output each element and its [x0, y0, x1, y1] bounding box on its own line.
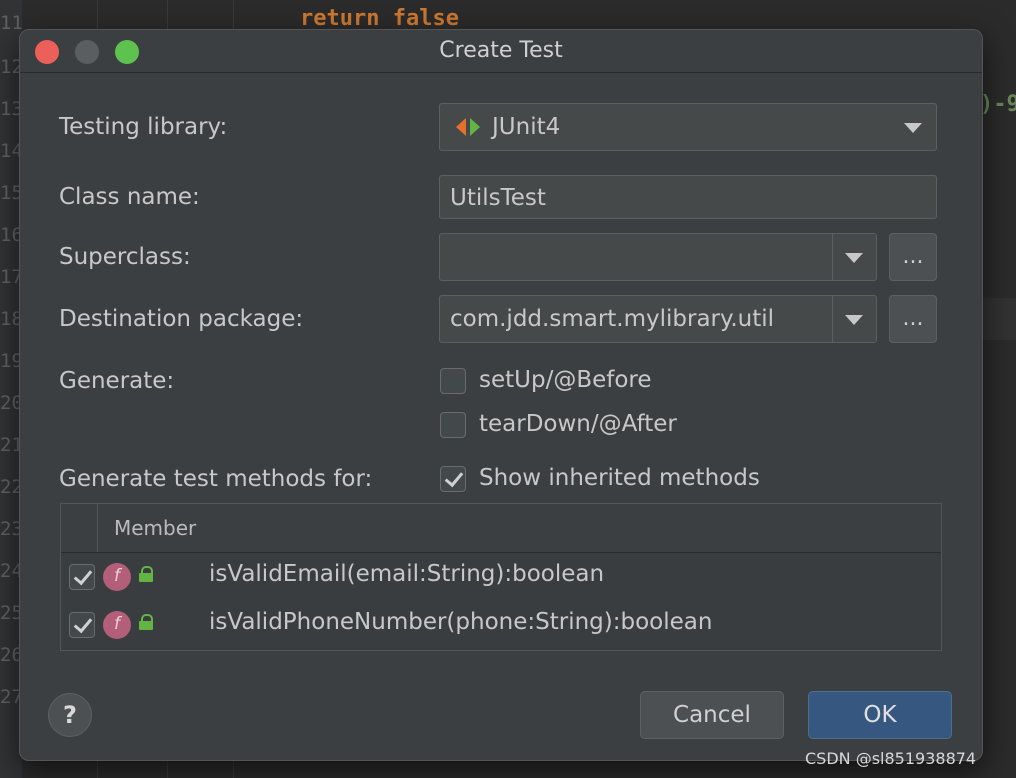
setup-before-label: setUp/@Before: [479, 367, 652, 393]
ok-button[interactable]: OK: [808, 691, 952, 739]
member-checkbox[interactable]: [69, 612, 95, 638]
method-icon: f: [103, 611, 131, 639]
code-line: return false: [300, 6, 459, 31]
junit-icon: [456, 118, 482, 136]
superclass-combobox[interactable]: [439, 233, 877, 281]
dropdown-separator: [832, 234, 833, 280]
chevron-down-icon[interactable]: [845, 315, 863, 325]
dialog-title: Create Test: [439, 38, 563, 63]
superclass-label: Superclass:: [59, 244, 191, 270]
chevron-down-icon[interactable]: [845, 253, 863, 263]
generate-label: Generate:: [59, 368, 175, 394]
testing-library-label: Testing library:: [59, 114, 228, 140]
chevron-down-icon: [904, 123, 922, 133]
table-body: f isValidEmail(email:String):boolean f i…: [61, 553, 941, 650]
destination-package-browse-button[interactable]: ...: [889, 295, 937, 343]
title-bar[interactable]: Create Test: [20, 30, 982, 73]
destination-package-combobox[interactable]: com.jdd.smart.mylibrary.util: [439, 295, 877, 343]
class-name-label: Class name:: [59, 184, 200, 210]
members-table: Member f isValidEmail(email:String):bool…: [60, 503, 942, 651]
code-fragment: )-9: [980, 92, 1016, 117]
member-column-header[interactable]: Member: [114, 516, 196, 540]
dropdown-separator: [832, 296, 833, 342]
setup-before-checkbox[interactable]: [440, 368, 466, 394]
create-test-dialog: Create Test Testing library: JUnit4 Clas…: [19, 29, 983, 761]
method-icon: f: [103, 563, 131, 591]
superclass-browse-button[interactable]: ...: [889, 233, 937, 281]
teardown-after-checkbox[interactable]: [440, 412, 466, 438]
unlock-icon: [139, 566, 153, 582]
cancel-button[interactable]: Cancel: [640, 691, 784, 739]
class-name-input[interactable]: UtilsTest: [439, 175, 937, 219]
testing-library-value: JUnit4: [492, 114, 561, 140]
class-name-value: UtilsTest: [450, 185, 546, 211]
destination-package-value: com.jdd.smart.mylibrary.util: [450, 306, 775, 332]
testing-library-dropdown[interactable]: JUnit4: [439, 103, 937, 151]
destination-package-label: Destination package:: [59, 306, 304, 332]
member-signature: isValidPhoneNumber(phone:String):boolean: [209, 609, 713, 635]
unlock-icon: [139, 614, 153, 630]
show-inherited-checkbox[interactable]: [440, 466, 466, 492]
table-row[interactable]: f isValidEmail(email:String):boolean: [61, 553, 941, 601]
teardown-after-label: tearDown/@After: [479, 411, 677, 437]
table-row[interactable]: f isValidPhoneNumber(phone:String):boole…: [61, 601, 941, 649]
generate-methods-label: Generate test methods for:: [59, 466, 373, 492]
show-inherited-label: Show inherited methods: [479, 465, 760, 491]
help-button[interactable]: ?: [48, 693, 92, 737]
member-signature: isValidEmail(email:String):boolean: [209, 561, 605, 587]
column-separator: [97, 504, 98, 552]
line-number: 11: [0, 12, 23, 34]
member-checkbox[interactable]: [69, 564, 95, 590]
current-line-highlight: [980, 298, 1016, 340]
table-header: Member: [61, 504, 941, 553]
watermark: CSDN @sl851938874: [805, 749, 977, 768]
